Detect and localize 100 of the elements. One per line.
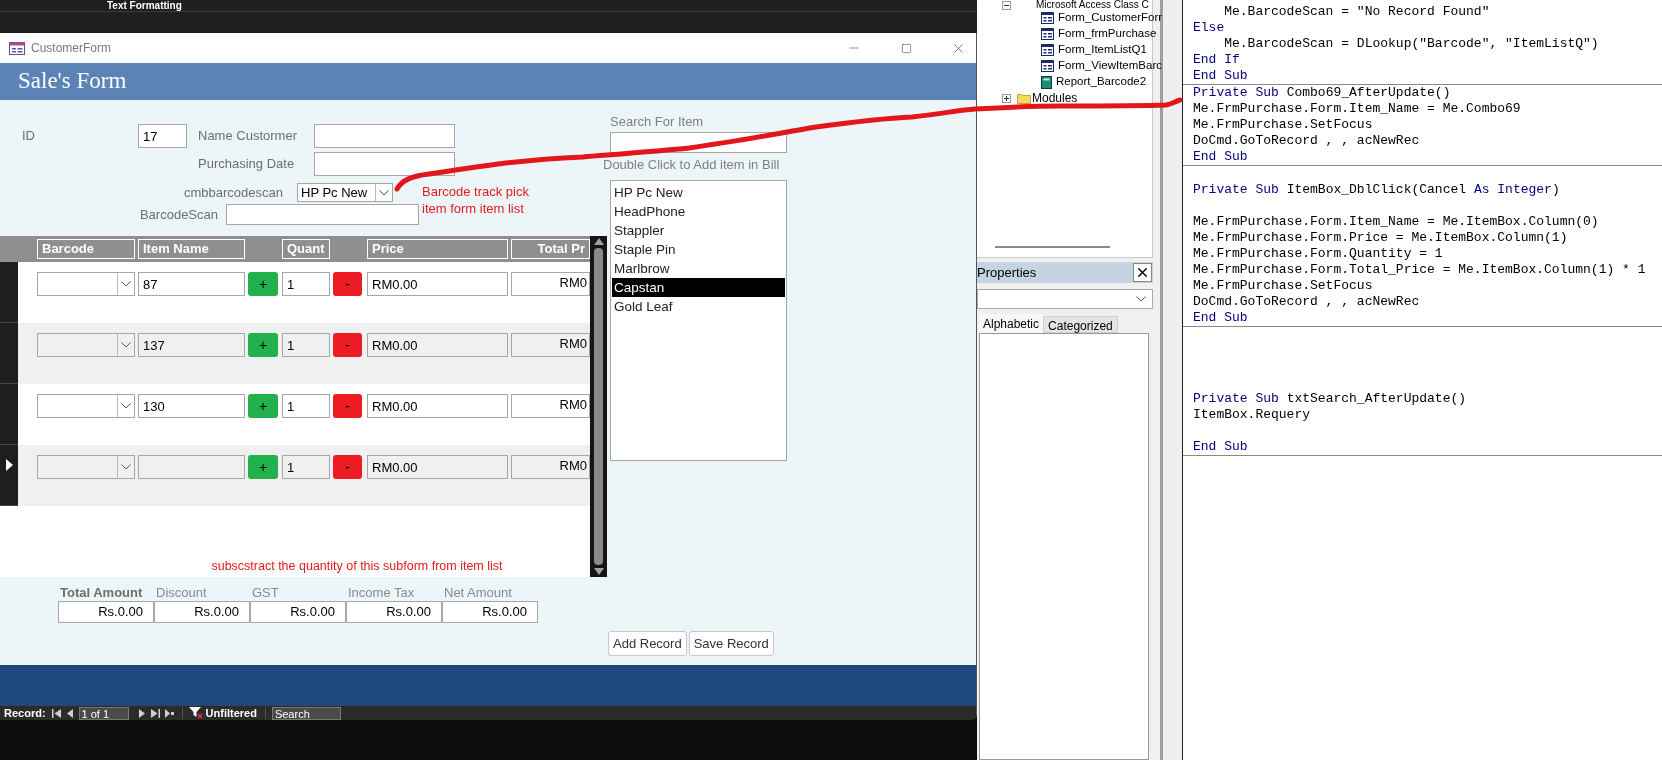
increase-button[interactable]: + (248, 333, 278, 357)
list-item[interactable]: Gold Leaf (612, 297, 785, 316)
splitter[interactable] (1160, 0, 1183, 760)
column-header: Price (367, 239, 508, 259)
tree-item[interactable]: Modules (1032, 89, 1078, 107)
quantity-field[interactable]: 1 (282, 333, 330, 357)
annotation-note: subscstract the quantity of this subform from item list (211, 558, 503, 576)
code-line: Me.FrmPurchase.Form.Price = Me.ItemBox.Column(1) (1192, 230, 1569, 246)
chevron-down-icon (121, 342, 131, 348)
total-field[interactable]: RM0 (511, 333, 590, 357)
collapse-icon[interactable] (1002, 0, 1011, 10)
panel-title: Properties (977, 263, 1037, 282)
quantity-field[interactable]: 1 (282, 394, 330, 418)
chevron-down-icon (121, 403, 131, 409)
price-field[interactable]: RM0.00 (367, 272, 508, 296)
total-field[interactable]: RM0 (511, 272, 590, 296)
scroll-up-icon[interactable] (593, 238, 604, 245)
list-item[interactable]: Staple Pin (612, 240, 785, 259)
tree-item[interactable]: Form_ItemListQ1 (1058, 41, 1147, 59)
field-label: Purchasing Date (198, 155, 296, 174)
current-record-icon (5, 459, 13, 471)
form-icon (1041, 60, 1054, 72)
tree-item[interactable]: Form_CustomerForr (1058, 9, 1163, 27)
total-value-field[interactable]: Rs.0.00 (442, 601, 538, 623)
horizontal-scrollbar[interactable] (995, 246, 1110, 248)
first-record-icon[interactable] (51, 708, 61, 718)
code-line: Private Sub Combo69_AfterUpdate() (1192, 85, 1452, 101)
column-header: Barcode (37, 239, 135, 259)
item-name-field[interactable] (138, 455, 245, 479)
list-item[interactable]: Marlbrow (612, 259, 785, 278)
folder-icon (1017, 92, 1031, 104)
code-line: DoCmd.GoToRecord , , acNewRec (1192, 133, 1421, 149)
form-heading: Sale's Form (18, 67, 127, 96)
last-record-icon[interactable] (150, 708, 160, 718)
report-icon (1041, 75, 1052, 89)
decrease-button[interactable]: - (333, 272, 362, 296)
maximize-icon (900, 42, 912, 54)
decrease-button[interactable]: - (333, 394, 362, 418)
filter-icon[interactable] (188, 707, 203, 719)
search-field[interactable]: Search (271, 706, 341, 720)
properties-tab[interactable]: Categorized (1043, 316, 1118, 333)
close-button[interactable] (1133, 263, 1152, 282)
name-field[interactable] (314, 124, 455, 148)
code-line: Private Sub ItemBox_DblClick(Cancel As Integer) (1192, 182, 1561, 198)
properties-tab[interactable]: Alphabetic (979, 314, 1044, 333)
tree-item[interactable]: Form_ViewItemBarc (1058, 57, 1162, 75)
scrollbar-thumb[interactable] (594, 248, 603, 565)
record-label: Record: (4, 707, 46, 719)
total-value-field[interactable]: Rs.0.00 (250, 601, 346, 623)
previous-record-icon[interactable] (65, 708, 75, 718)
record-position-field[interactable]: 1 of 1 (78, 706, 129, 720)
form-icon (1041, 44, 1054, 56)
chevron-down-icon (121, 464, 131, 470)
code-line: Me.FrmPurchase.Form.Item_Name = Me.ItemBox.Column(0) (1192, 214, 1600, 230)
total-value-field[interactable]: Rs.0.00 (58, 601, 154, 623)
total-value-field[interactable]: Rs.0.00 (346, 601, 442, 623)
field-label: BarcodeScan (138, 205, 218, 224)
increase-button[interactable]: + (248, 272, 278, 296)
item-name-field[interactable]: 130 (138, 394, 245, 418)
close-icon (1135, 265, 1150, 280)
increase-button[interactable]: + (248, 455, 278, 479)
decrease-button[interactable]: - (333, 333, 362, 357)
list-item[interactable]: HeadPhone (612, 202, 785, 221)
code-line: Else (1192, 20, 1226, 36)
total-value-field[interactable]: Rs.0.00 (154, 601, 250, 623)
list-item[interactable]: HP Pc New (612, 183, 785, 202)
total-label: Income Tax (347, 585, 416, 601)
price-field[interactable]: RM0.00 (367, 394, 508, 418)
field-label: Name Custormer (198, 127, 298, 146)
tree-item[interactable]: Microsoft Access Class C (1036, 0, 1149, 10)
decrease-button[interactable]: - (333, 455, 362, 479)
increase-button[interactable]: + (248, 394, 278, 418)
price-field[interactable]: RM0.00 (367, 455, 508, 479)
expand-icon[interactable] (1002, 93, 1011, 103)
next-record-icon[interactable] (136, 708, 146, 718)
id-field[interactable]: 17 (138, 124, 187, 148)
total-field[interactable]: RM0 (511, 394, 590, 418)
form-button[interactable]: Save Record (688, 631, 774, 656)
date-field[interactable] (314, 152, 455, 176)
list-item[interactable]: Stappler (612, 221, 785, 240)
combo-box[interactable]: HP Pc New (297, 183, 393, 202)
item-list[interactable]: HP Pc New HeadPhone Stappler Staple Pin Marlbrow Capstan Gold Leaf (610, 180, 787, 461)
price-field[interactable]: RM0.00 (367, 333, 508, 357)
list-item[interactable]: Capstan (612, 278, 785, 297)
tree-item[interactable]: Report_Barcode2 (1056, 73, 1147, 91)
quantity-field[interactable]: 1 (282, 272, 330, 296)
form-button[interactable]: Add Record (608, 631, 687, 656)
form-window-icon (9, 41, 25, 55)
quantity-field[interactable]: 1 (282, 455, 330, 479)
scroll-down-icon[interactable] (593, 568, 604, 575)
item-name-field[interactable]: 137 (138, 333, 245, 357)
tree-item[interactable]: Form_frmPurchase (1058, 25, 1157, 43)
item-name-field[interactable]: 87 (138, 272, 245, 296)
total-field[interactable]: RM0 (511, 455, 590, 479)
filter-status[interactable]: Unfiltered (205, 707, 257, 719)
new-record-icon[interactable] (164, 708, 174, 718)
scrollbar[interactable] (590, 236, 607, 577)
record-selector[interactable] (0, 445, 18, 506)
barcode-scan-field[interactable] (226, 204, 419, 225)
code-line: End Sub (1192, 310, 1249, 326)
